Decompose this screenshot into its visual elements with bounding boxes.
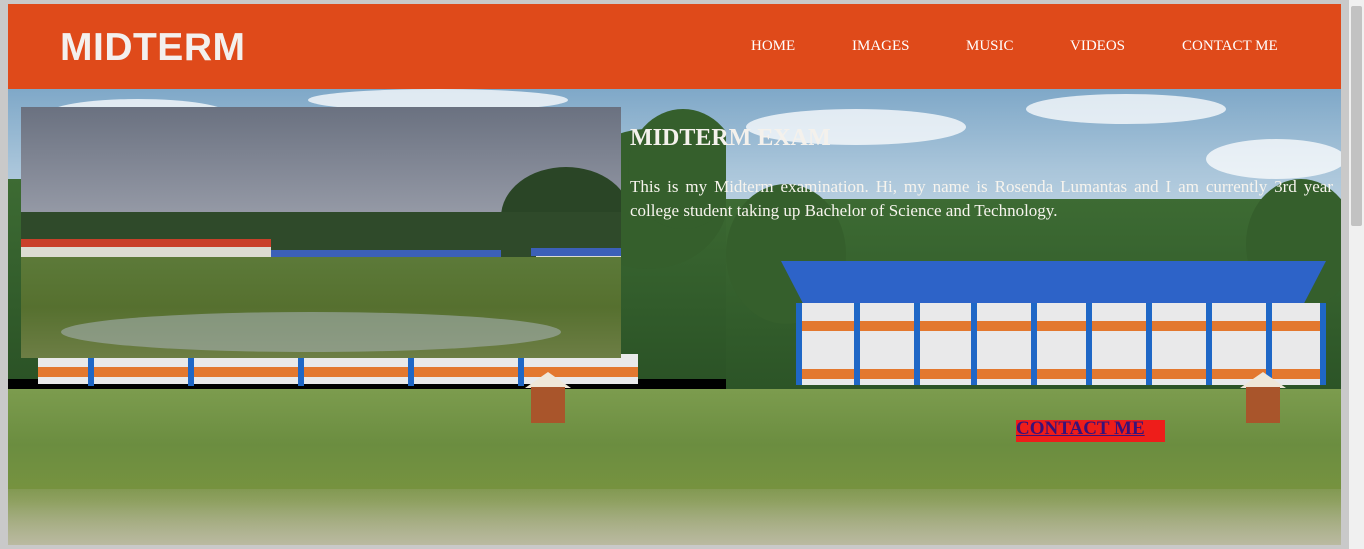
contact-me-button[interactable]: CONTACT ME bbox=[1016, 418, 1165, 442]
background-photo-right bbox=[726, 89, 1341, 545]
nav-videos[interactable]: VIDEOS bbox=[1070, 38, 1125, 55]
contact-me-link[interactable]: CONTACT ME bbox=[1016, 418, 1145, 440]
nav-contact-me[interactable]: CONTACT ME bbox=[1182, 38, 1278, 55]
nav-images[interactable]: IMAGES bbox=[852, 38, 910, 55]
main-nav: HOME IMAGES MUSIC VIDEOS CONTACT ME bbox=[8, 38, 1341, 60]
nav-home[interactable]: HOME bbox=[751, 38, 795, 55]
scrollbar-thumb[interactable] bbox=[1351, 6, 1362, 226]
campus-inset-photo bbox=[21, 107, 621, 358]
hero-section: MIDTERM EXAM This is my Midterm examinat… bbox=[8, 89, 1341, 545]
nav-music[interactable]: MUSIC bbox=[966, 38, 1014, 55]
intro-paragraph: This is my Midterm examination. Hi, my n… bbox=[630, 177, 1333, 220]
page-frame: MIDTERM HOME IMAGES MUSIC VIDEOS CONTACT… bbox=[8, 4, 1341, 545]
site-header: MIDTERM HOME IMAGES MUSIC VIDEOS CONTACT… bbox=[8, 4, 1341, 89]
page-title: MIDTERM EXAM bbox=[630, 125, 831, 151]
